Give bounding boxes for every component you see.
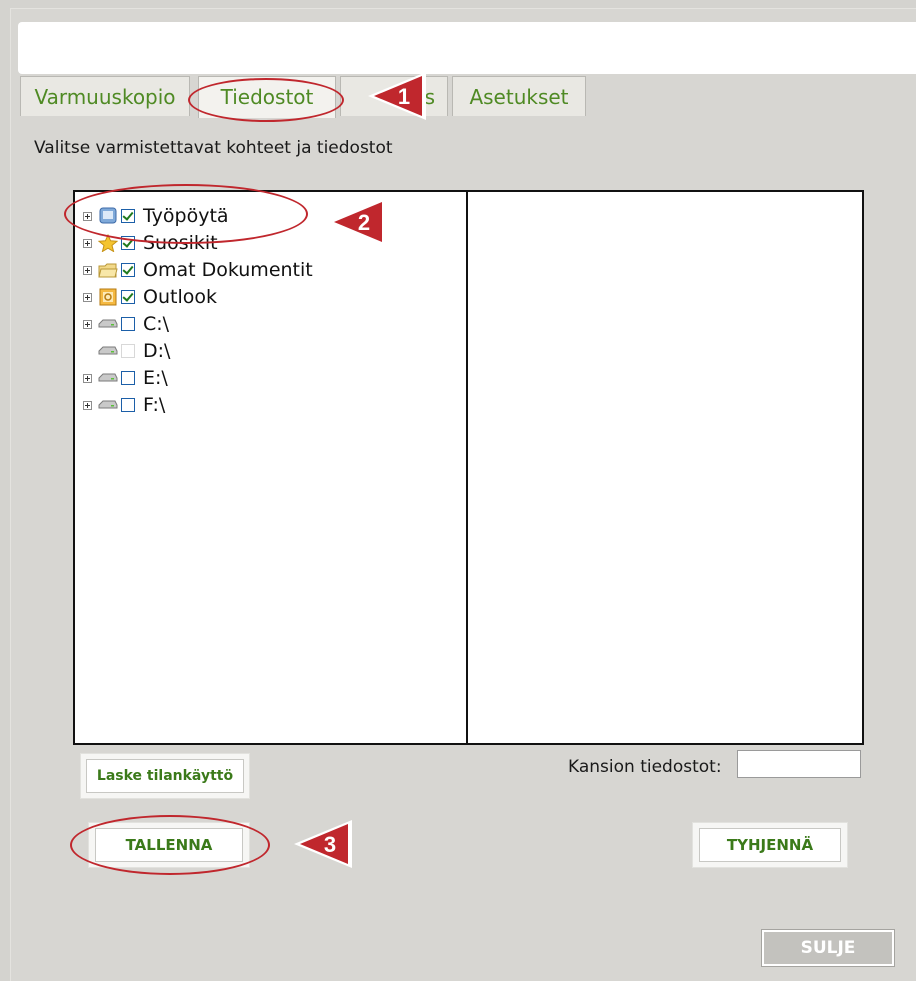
expand-icon[interactable] — [83, 400, 92, 410]
tree-checkbox[interactable] — [121, 290, 135, 304]
annotation-marker-1: 1 — [368, 72, 426, 120]
save-button[interactable]: TALLENNA — [95, 828, 243, 862]
expand-icon[interactable] — [83, 292, 92, 302]
expand-icon[interactable] — [83, 373, 92, 383]
expand-icon[interactable] — [83, 319, 92, 329]
tree-checkbox[interactable] — [121, 317, 135, 331]
tree-checkbox[interactable] — [121, 398, 135, 412]
tree-checkbox[interactable] — [121, 371, 135, 385]
marker-number: 1 — [398, 84, 410, 109]
tree-checkbox[interactable] — [121, 209, 135, 223]
tree-item-label: Omat Dokumentit — [143, 259, 313, 281]
clear-button[interactable]: TYHJENNÄ — [699, 828, 841, 862]
tab-tiedostot[interactable]: Tiedostot — [198, 76, 336, 118]
tree-item-label: Työpöytä — [143, 205, 229, 227]
outlook-icon — [98, 288, 118, 306]
tree-item-omat-dokumentit[interactable]: Omat Dokumentit — [83, 256, 313, 284]
tree-checkbox[interactable] — [121, 263, 135, 277]
tree-item-drive-c[interactable]: C:\ — [83, 310, 169, 338]
title-bar — [18, 22, 916, 74]
folder-icon — [98, 261, 118, 279]
annotation-marker-3: 3 — [294, 820, 352, 868]
expand-icon[interactable] — [83, 238, 92, 248]
expand-icon[interactable] — [83, 211, 92, 221]
file-list-panel[interactable] — [466, 190, 864, 745]
tree-item-label: E:\ — [143, 367, 168, 389]
tab-asetukset[interactable]: Asetukset — [452, 76, 586, 116]
tree-item-tyopoyta[interactable]: Työpöytä — [83, 202, 229, 230]
desktop-icon — [98, 207, 118, 225]
star-icon — [97, 233, 119, 253]
drive-icon — [98, 396, 118, 414]
annotation-marker-2: 2 — [328, 198, 386, 246]
calculate-usage-button[interactable]: Laske tilankäyttö — [86, 759, 244, 793]
drive-icon — [98, 369, 118, 387]
tree-item-label: F:\ — [143, 394, 166, 416]
instruction-text: Valitse varmistettavat kohteet ja tiedos… — [34, 138, 393, 158]
tree-item-drive-f[interactable]: F:\ — [83, 391, 165, 419]
tree-item-label: D:\ — [143, 340, 171, 362]
marker-number: 2 — [358, 210, 370, 235]
marker-number: 3 — [324, 832, 336, 857]
kansion-tiedostot-field[interactable] — [737, 750, 861, 778]
close-button[interactable]: SULJE — [761, 929, 895, 967]
tree-checkbox[interactable] — [121, 236, 135, 250]
tree-item-suosikit[interactable]: Suosikit — [83, 229, 218, 257]
tree-item-label: Suosikit — [143, 232, 218, 254]
drive-icon — [98, 342, 118, 360]
tree-item-outlook[interactable]: Outlook — [83, 283, 217, 311]
tree-item-label: Outlook — [143, 286, 217, 308]
tree-checkbox[interactable] — [121, 344, 135, 358]
expand-icon[interactable] — [83, 265, 92, 275]
drive-icon — [98, 315, 118, 333]
tree-item-label: C:\ — [143, 313, 170, 335]
kansion-tiedostot-label: Kansion tiedostot: — [568, 757, 722, 777]
folder-tree-panel[interactable]: Työpöytä Suosikit Omat Dokumentit Outloo… — [73, 190, 469, 745]
tree-item-drive-e[interactable]: E:\ — [83, 364, 168, 392]
tree-item-drive-d[interactable]: D:\ — [83, 337, 170, 365]
expand-placeholder — [83, 347, 92, 356]
tab-varmuuskopio[interactable]: Varmuuskopio — [20, 76, 190, 116]
